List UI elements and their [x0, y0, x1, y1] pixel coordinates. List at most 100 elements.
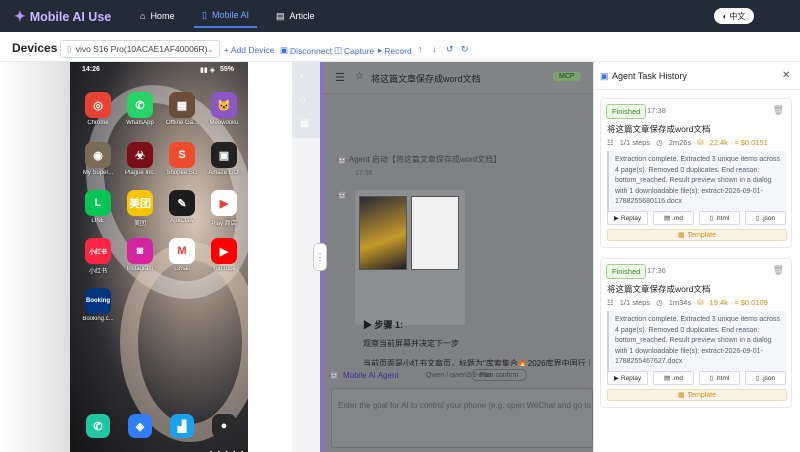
- app-label: Shopee SG: [166, 170, 198, 176]
- app-glyph-icon: 小红书: [85, 238, 111, 264]
- menu-icon[interactable]: ☰: [335, 71, 345, 84]
- task-card: Finished 17:36 🗑 将这篇文章保存成word文档 ☷ 1/1 steps ◷ 1…: [600, 258, 792, 408]
- play-icon: ▶: [613, 375, 619, 382]
- task-history-title: Agent Task History: [612, 71, 687, 81]
- template-button[interactable]: ▦ Template: [607, 389, 787, 401]
- app-icon[interactable]: ✎ ApkClaw: [162, 190, 202, 224]
- trash-icon[interactable]: 🗑: [773, 265, 784, 276]
- phone-icon: ▯: [67, 43, 72, 54]
- file-icon: ▯: [709, 215, 714, 222]
- app-label: Amaze GO!: [208, 170, 240, 176]
- close-icon[interactable]: ✕: [782, 70, 790, 81]
- app-icon[interactable]: 🐱 Meowdoku: [204, 92, 244, 126]
- grid-icon[interactable]: ▦: [300, 118, 309, 129]
- download-html-button[interactable]: ▯ .html: [699, 371, 740, 385]
- replay-button[interactable]: ▶ Replay: [607, 371, 648, 385]
- nav-mobile-ai[interactable]: ▯ Mobile AI: [194, 4, 257, 28]
- dock-app-icon[interactable]: ●: [204, 414, 244, 440]
- home-icon[interactable]: ⌂: [300, 94, 306, 105]
- app-glyph-icon: ◎: [85, 92, 111, 118]
- app-glyph-icon: 美团: [127, 190, 153, 216]
- app-label: Plague Inc.: [124, 170, 156, 176]
- download-json-button[interactable]: ▯ .json: [745, 211, 786, 225]
- json-label: .json: [761, 214, 776, 222]
- app-icon[interactable]: ▶ Play 商店: [204, 190, 244, 227]
- download-html-button[interactable]: ▯ .html: [699, 211, 740, 225]
- battery-level: 55%: [220, 66, 235, 73]
- download-md-button[interactable]: ▤ .md: [653, 211, 694, 225]
- task-history-panel: ▣ Agent Task History ✕ Finished 17:38 🗑 将这篇…: [593, 62, 800, 452]
- app-label: Chrome: [87, 120, 109, 126]
- app-icon[interactable]: ▦ Offline Ga...: [162, 92, 202, 126]
- device-area-margin: [0, 62, 70, 452]
- app-label: ApkClaw: [170, 218, 194, 224]
- app-icon[interactable]: 小红书 小红书: [78, 238, 118, 275]
- capture-button[interactable]: ◫ Capture: [334, 45, 374, 56]
- devices-title: Devices: [12, 41, 58, 55]
- language-toggle[interactable]: ◐ 中文: [714, 8, 754, 24]
- steps-icon: ☷: [607, 298, 614, 307]
- app-icon[interactable]: ◎ Chrome: [78, 92, 118, 126]
- app-icon[interactable]: ▶ YouTube: [204, 238, 244, 272]
- agent-time: 17:36: [355, 170, 373, 177]
- nav-article[interactable]: ▤ Article: [268, 4, 323, 28]
- app-icon[interactable]: L LINE: [78, 190, 118, 224]
- replay-label: Replay: [620, 214, 642, 222]
- status-bar: 14:26 ▮▮ ◈ 55%: [70, 66, 248, 78]
- star-icon[interactable]: ☆: [355, 71, 364, 82]
- screenshot-thumbnail[interactable]: [359, 196, 407, 270]
- status-badge: Finished: [606, 264, 647, 279]
- replay-button[interactable]: ▶ Replay: [607, 211, 648, 225]
- md-label: .md: [672, 214, 683, 222]
- app-icon[interactable]: 美团 美团: [120, 190, 160, 227]
- html-label: .html: [715, 374, 730, 382]
- rotate-left-icon[interactable]: ↺: [446, 44, 454, 55]
- robot-icon: 🤖: [329, 370, 339, 379]
- app-glyph-icon: ☣: [127, 142, 153, 168]
- drag-handle[interactable]: ⋮: [313, 243, 327, 271]
- app-icon[interactable]: ✆ WhatsApp: [120, 92, 160, 126]
- disconnect-button[interactable]: ▣ Disconnect: [280, 45, 332, 56]
- download-json-button[interactable]: ▯ .json: [745, 371, 786, 385]
- goal-input[interactable]: Enter the goal for AI to control your ph…: [331, 388, 593, 448]
- app-label: Booking.c...: [82, 316, 114, 322]
- plan-confirm-toggle[interactable]: Plan confirm: [471, 369, 527, 381]
- dock-glyph-icon: ●: [212, 414, 236, 438]
- device-select[interactable]: ▯ vivo S16 Pro(10ACAE1AF40006R) ⌄: [60, 40, 220, 58]
- task-time: 17:38: [647, 106, 666, 115]
- dock-app-icon[interactable]: ▟: [162, 414, 202, 440]
- app-icon[interactable]: S Shopee SG: [162, 142, 202, 176]
- chat-title: 将这篇文章保存成word文档: [371, 74, 481, 84]
- trash-icon[interactable]: 🗑: [773, 105, 784, 116]
- md-label: .md: [672, 374, 683, 382]
- app-icon[interactable]: M Gmail: [162, 238, 202, 272]
- arrow-up-icon[interactable]: ↑: [418, 44, 423, 54]
- template-button[interactable]: ▦ Template: [607, 229, 787, 241]
- mcp-badge[interactable]: MCP: [553, 72, 581, 81]
- app-glyph-icon: ▦: [169, 92, 195, 118]
- app-icon[interactable]: ◉ My Super...: [78, 142, 118, 176]
- add-device-button[interactable]: + Add Device: [224, 45, 274, 55]
- app-glyph-icon: ✎: [169, 190, 195, 216]
- dock-app-icon[interactable]: ◈: [120, 414, 160, 440]
- collapse-icon[interactable]: ‹: [300, 70, 303, 81]
- app-icon[interactable]: Booking Booking.c...: [78, 288, 118, 322]
- device-toolbar: Devices ▯ vivo S16 Pro(10ACAE1AF40006R) ⌄ …: [0, 36, 800, 62]
- screenshot-thumbnails[interactable]: [355, 190, 465, 325]
- screenshot-thumbnail[interactable]: [411, 196, 459, 270]
- nav-home[interactable]: ⌂ Home: [132, 4, 182, 28]
- app-icon[interactable]: ◙ Instagram: [120, 238, 160, 272]
- app-icon[interactable]: ☣ Plague Inc.: [120, 142, 160, 176]
- rotate-right-icon[interactable]: ↻: [461, 44, 469, 55]
- task-tokens: 19.4k · ≈ $0.0109: [709, 298, 768, 307]
- app-logo[interactable]: ✦ Mobile AI Use: [14, 8, 111, 25]
- record-button[interactable]: ▸ Record: [378, 45, 412, 56]
- task-duration: 2m26s: [668, 138, 692, 147]
- arrow-down-icon[interactable]: ↓: [432, 44, 437, 54]
- app-icon[interactable]: ▣ Amaze GO!: [204, 142, 244, 176]
- html-label: .html: [715, 214, 730, 222]
- phone-screen[interactable]: 14:26 ▮▮ ◈ 55% ◎ Chrome ✆ WhatsApp ▦ Offline …: [70, 62, 248, 452]
- download-md-button[interactable]: ▤ .md: [653, 371, 694, 385]
- app-label: Instagram: [126, 266, 154, 272]
- dock-app-icon[interactable]: ✆: [78, 414, 118, 440]
